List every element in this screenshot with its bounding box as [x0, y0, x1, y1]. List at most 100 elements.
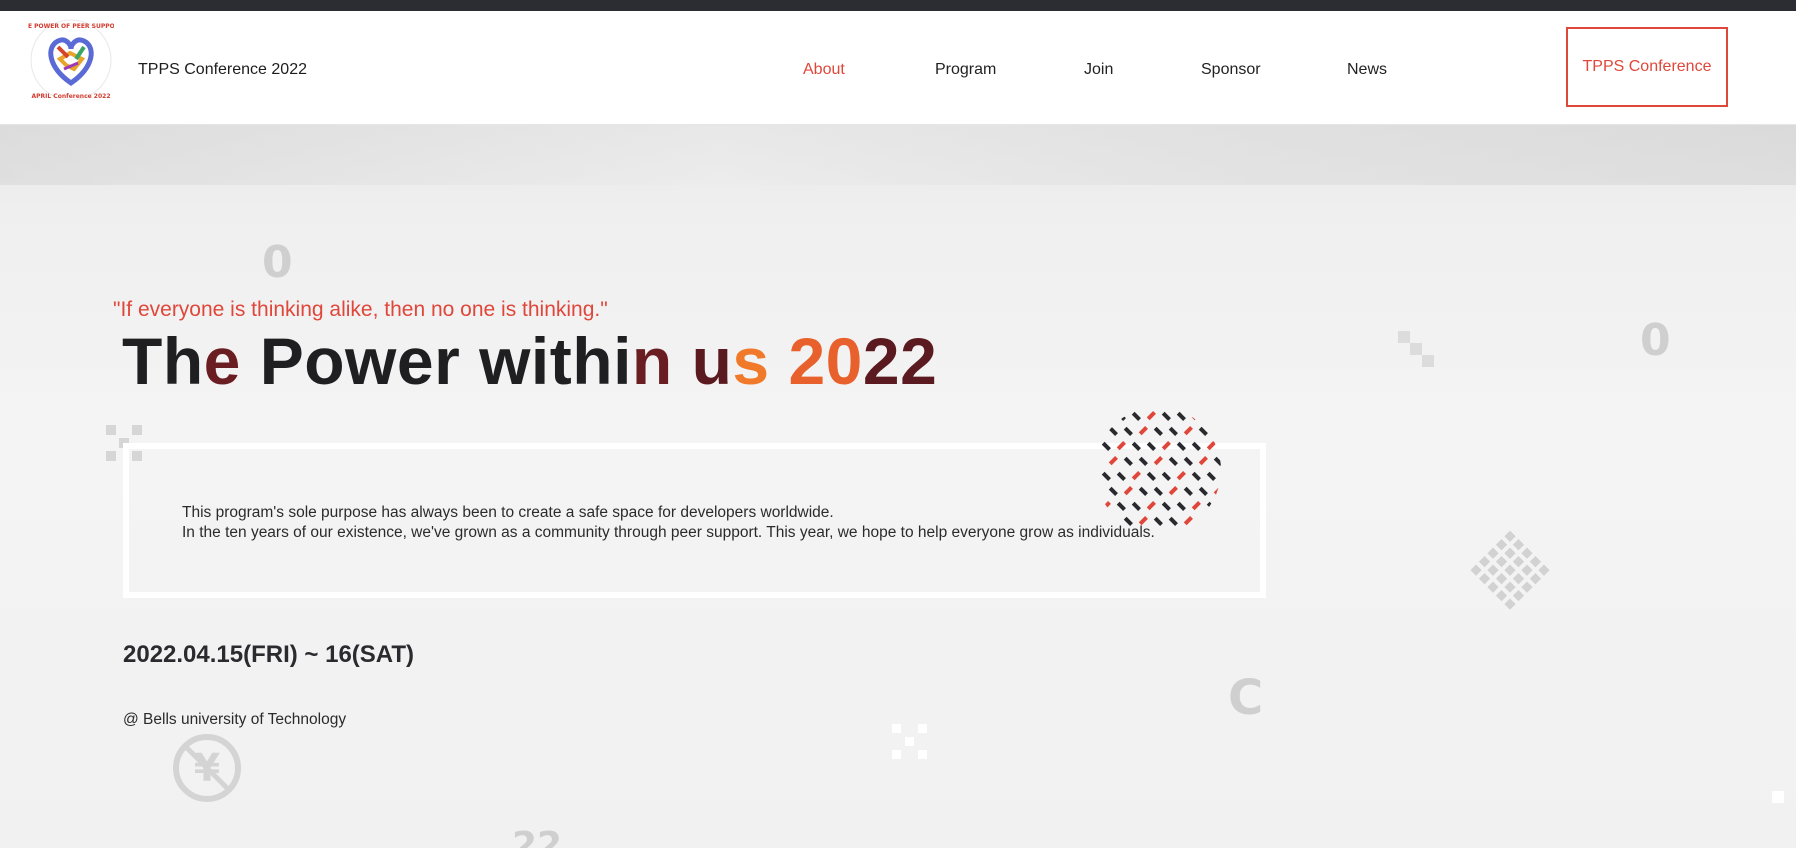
- dot-dash: [1131, 501, 1141, 511]
- nav-about[interactable]: About: [803, 61, 845, 79]
- dot-dash: [1168, 456, 1178, 466]
- headline-part: u: [691, 324, 733, 398]
- dot-dash: [1123, 516, 1133, 526]
- nav-news[interactable]: News: [1347, 61, 1387, 79]
- hero-background-image: [0, 125, 1796, 185]
- dot-dash: [1138, 456, 1148, 466]
- dot-dash: [1198, 456, 1208, 466]
- headline-part: s: [732, 324, 789, 398]
- dot-dash: [1116, 471, 1126, 481]
- conference-logo[interactable]: THE POWER OF PEER SUPPORT APRIL Conferen…: [19, 17, 124, 103]
- dot-dash: [1191, 411, 1201, 421]
- dot-dash: [1101, 471, 1111, 481]
- dot-dash: [1146, 441, 1156, 451]
- dot-dash: [1213, 486, 1221, 496]
- dot-dash: [1206, 471, 1216, 481]
- dot-dash: [1153, 486, 1163, 496]
- dot-dash: [1108, 486, 1118, 496]
- dot-dash: [1138, 516, 1148, 526]
- dot-dash: [1176, 501, 1186, 511]
- dot-dash: [1108, 516, 1118, 526]
- dot-dash: [1131, 471, 1141, 481]
- dot-dash: [1191, 441, 1201, 451]
- decorative-square-icon: [1772, 791, 1784, 803]
- decorative-c-icon: C: [1228, 670, 1264, 726]
- dot-dash: [1161, 411, 1171, 421]
- headline-part: 22: [862, 324, 938, 398]
- headline-part: Th: [122, 324, 204, 398]
- hero-quote: "If everyone is thinking alike, then no …: [113, 298, 608, 321]
- dot-dash: [1101, 501, 1111, 511]
- site-header: THE POWER OF PEER SUPPORT APRIL Conferen…: [0, 11, 1796, 125]
- dot-dash: [1168, 516, 1178, 526]
- dot-dash: [1153, 516, 1163, 526]
- dot-dash: [1131, 411, 1141, 421]
- dot-dash: [1206, 441, 1216, 451]
- dot-dash: [1206, 501, 1216, 511]
- headline-part: 20: [788, 324, 863, 398]
- hero-description: This program's sole purpose has always b…: [182, 503, 1155, 543]
- dot-dash: [1116, 501, 1126, 511]
- dot-dash: [1116, 441, 1126, 451]
- decorative-yen-icon: ¥: [173, 734, 241, 802]
- dot-dash: [1153, 426, 1163, 436]
- dot-dash: [1123, 426, 1133, 436]
- dot-dash: [1213, 516, 1221, 526]
- headline-part: e: [203, 324, 241, 398]
- headline-part: n: [631, 324, 692, 398]
- dot-dash: [1146, 501, 1156, 511]
- dot-dash: [1161, 501, 1171, 511]
- dot-dash: [1138, 426, 1148, 436]
- dot-dash: [1146, 411, 1156, 421]
- headline-part: Power withi: [240, 324, 632, 398]
- dot-dash: [1138, 486, 1148, 496]
- dot-dash: [1198, 486, 1208, 496]
- decorative-diamond-grid-icon: [1470, 530, 1550, 610]
- nav-program[interactable]: Program: [935, 61, 996, 79]
- decorative-zero-icon: 0: [1640, 315, 1671, 366]
- tpps-conference-button[interactable]: TPPS Conference: [1566, 27, 1728, 107]
- decorative-number-icon: 22: [512, 825, 563, 848]
- dot-dash: [1146, 471, 1156, 481]
- dot-dash: [1176, 411, 1186, 421]
- dot-dash: [1213, 456, 1221, 466]
- decorative-zero-icon: 0: [262, 237, 293, 288]
- dot-dash: [1206, 411, 1216, 421]
- dot-dash: [1183, 516, 1193, 526]
- dot-dash: [1183, 426, 1193, 436]
- dot-dash: [1183, 456, 1193, 466]
- dot-dash: [1176, 471, 1186, 481]
- svg-text:APRIL Conference 2022: APRIL Conference 2022: [32, 93, 111, 100]
- description-line: This program's sole purpose has always b…: [182, 504, 834, 521]
- dot-dash: [1191, 501, 1201, 511]
- decorative-steps-icon: [1398, 331, 1434, 367]
- hero-headline: The Power within us 2022: [122, 323, 937, 399]
- dot-dash: [1168, 426, 1178, 436]
- dot-dash: [1108, 426, 1118, 436]
- dot-dash: [1176, 441, 1186, 451]
- event-dates: 2022.04.15(FRI) ~ 16(SAT): [123, 641, 415, 668]
- dot-dash: [1191, 471, 1201, 481]
- svg-text:THE POWER OF PEER SUPPORT: THE POWER OF PEER SUPPORT: [28, 23, 114, 30]
- dot-dash: [1198, 426, 1208, 436]
- dot-dash: [1161, 471, 1171, 481]
- dot-dash: [1153, 456, 1163, 466]
- event-venue: @ Bells university of Technology: [123, 711, 347, 728]
- dot-dash: [1123, 486, 1133, 496]
- dot-dash: [1168, 486, 1178, 496]
- dot-dash: [1101, 441, 1111, 451]
- dot-dash: [1198, 516, 1208, 526]
- top-dark-bar: [0, 0, 1796, 11]
- nav-join[interactable]: Join: [1084, 61, 1113, 79]
- dot-dash: [1108, 456, 1118, 466]
- decorative-x-icon: [892, 724, 927, 759]
- site-title[interactable]: TPPS Conference 2022: [138, 61, 307, 79]
- dot-dash: [1183, 486, 1193, 496]
- dot-dash: [1161, 441, 1171, 451]
- dot-dash: [1116, 411, 1126, 421]
- nav-sponsor[interactable]: Sponsor: [1201, 61, 1261, 79]
- decorative-dot-circle-icon: [1101, 411, 1221, 526]
- dot-dash: [1213, 426, 1221, 436]
- description-line: In the ten years of our existence, we've…: [182, 524, 1155, 541]
- dot-dash: [1131, 441, 1141, 451]
